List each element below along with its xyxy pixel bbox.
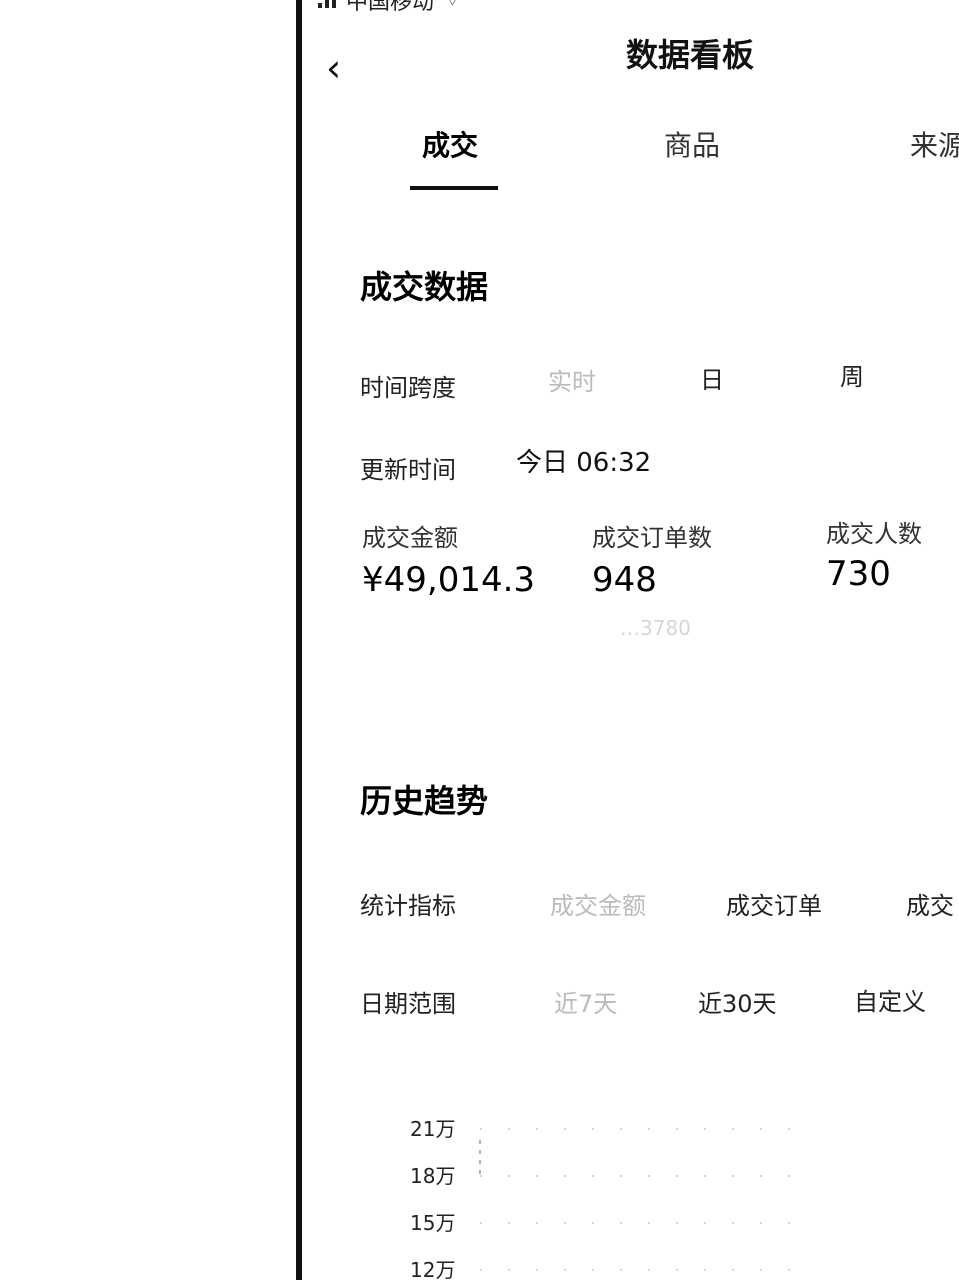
metric-filter-orders[interactable]: 成交订单 xyxy=(726,886,822,921)
phone-bezel-edge xyxy=(296,0,302,1280)
metric-filter-buyers[interactable]: 成交 xyxy=(906,886,954,921)
y-tick-label: 21万 xyxy=(410,1117,455,1141)
metric-orders-sub: …3780 xyxy=(620,616,691,640)
back-button[interactable]: ‹ xyxy=(326,46,362,90)
metric-buyers-label: 成交人数 xyxy=(826,520,922,548)
page-title: 数据看板 xyxy=(625,36,754,74)
date-range-label: 日期范围 xyxy=(360,990,456,1018)
metric-amount-label: 成交金额 xyxy=(362,524,458,552)
trend-chart: 21万 18万 15万 12万 xyxy=(410,1117,790,1280)
y-tick-label: 12万 xyxy=(410,1258,455,1280)
screenshot-stage: 中国移动 ⌔ ‹ 数据看板 成交 商品 来源 成交数据 时间跨度 实时 日 周 … xyxy=(0,0,959,1280)
active-tab-indicator xyxy=(410,186,498,190)
y-tick-label: 18万 xyxy=(410,1164,455,1188)
metric-filter-label: 统计指标 xyxy=(360,892,456,920)
tab-source[interactable]: 来源 xyxy=(910,124,959,164)
carrier-label: 中国移动 xyxy=(346,0,435,15)
metric-orders-value: 948 xyxy=(592,560,657,600)
time-span-label: 时间跨度 xyxy=(360,374,456,402)
history-section-title: 历史趋势 xyxy=(360,782,489,820)
deal-section-title: 成交数据 xyxy=(360,268,489,306)
metric-orders-label: 成交订单数 xyxy=(592,524,712,552)
time-span-day[interactable]: 日 xyxy=(700,360,724,395)
tab-goods[interactable]: 商品 xyxy=(664,124,720,164)
metric-buyers-value: 730 xyxy=(826,554,891,594)
update-time-label: 更新时间 xyxy=(360,456,456,484)
date-range-custom[interactable]: 自定义 xyxy=(854,982,926,1017)
time-span-week[interactable]: 周 xyxy=(840,357,864,392)
date-range-7d[interactable]: 近7天 xyxy=(554,984,617,1019)
metric-amount-value: ¥49,014.3 xyxy=(362,560,536,600)
date-range-30d[interactable]: 近30天 xyxy=(698,984,777,1019)
status-bar: 中国移动 ⌔ xyxy=(318,0,461,15)
y-tick-label: 15万 xyxy=(410,1211,455,1235)
metric-filter-amount[interactable]: 成交金额 xyxy=(550,886,646,921)
tab-deal[interactable]: 成交 xyxy=(422,124,478,164)
wifi-icon: ⌔ xyxy=(444,0,461,11)
signal-icon xyxy=(318,0,336,8)
update-time-value: 今日 06:32 xyxy=(516,448,652,478)
time-span-realtime[interactable]: 实时 xyxy=(548,362,596,397)
